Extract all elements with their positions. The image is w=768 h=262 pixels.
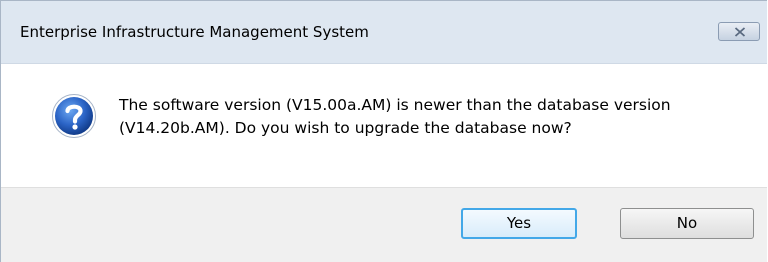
yes-button[interactable]: Yes <box>461 208 577 239</box>
dialog-content: The software version (V15.00a.AM) is new… <box>1 64 767 187</box>
question-icon <box>52 94 96 138</box>
close-button[interactable] <box>718 22 760 41</box>
window-title: Enterprise Infrastructure Management Sys… <box>20 23 369 41</box>
message-line-1: The software version (V15.00a.AM) is new… <box>119 96 671 114</box>
no-button[interactable]: No <box>620 208 754 239</box>
button-bar: Yes No <box>1 187 767 262</box>
message-dialog: Enterprise Infrastructure Management Sys… <box>0 0 767 262</box>
message-line-2: (V14.20b.AM). Do you wish to upgrade the… <box>119 119 572 137</box>
message-text: The software version (V15.00a.AM) is new… <box>119 94 699 140</box>
close-icon <box>734 27 746 37</box>
title-bar[interactable]: Enterprise Infrastructure Management Sys… <box>1 1 767 64</box>
